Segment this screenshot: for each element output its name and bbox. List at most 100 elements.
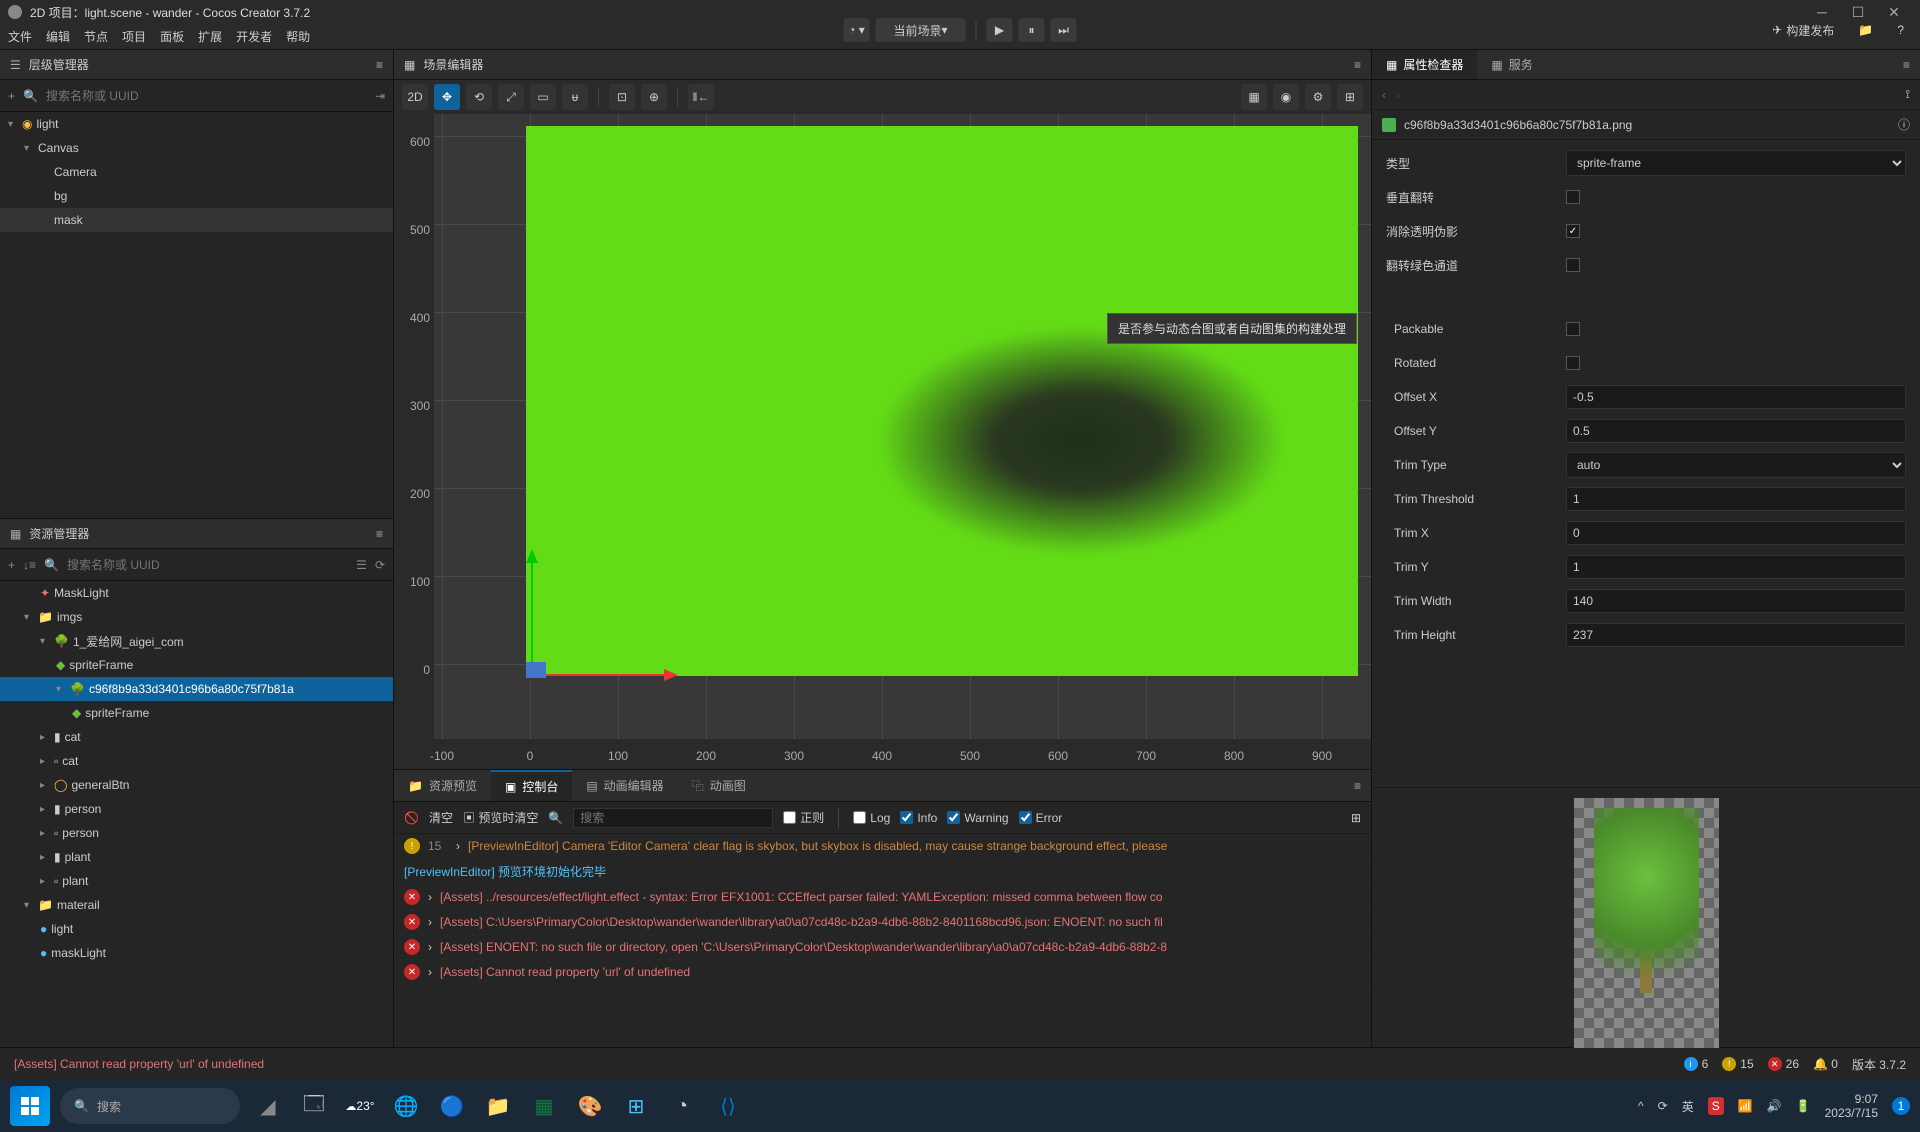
menu-node[interactable]: 节点 [84, 28, 108, 45]
flip-v-checkbox[interactable] [1566, 190, 1580, 204]
rotated-checkbox[interactable] [1566, 356, 1580, 370]
assets-search-input[interactable] [67, 558, 348, 572]
asset-item[interactable]: ▸▫cat [0, 749, 393, 773]
asset-item[interactable]: ✦MaskLight [0, 581, 393, 605]
taskbar-excel[interactable]: ▦ [526, 1088, 562, 1124]
taskbar-search[interactable]: 🔍 搜索 [60, 1088, 240, 1124]
tray-sync-icon[interactable]: ⟳ [1658, 1099, 1668, 1113]
info-checkbox[interactable]: Info [900, 811, 937, 825]
taskbar-cocos[interactable]: ◔ [664, 1088, 700, 1124]
asset-item[interactable]: ▸▮person [0, 797, 393, 821]
menu-extension[interactable]: 扩展 [198, 28, 222, 45]
add-icon[interactable]: + [8, 558, 15, 572]
tab-asset-preview[interactable]: 📁 资源预览 [394, 770, 491, 801]
tray-ime-icon[interactable]: S [1708, 1097, 1724, 1115]
add-icon[interactable]: + [8, 89, 15, 103]
asset-spriteframe[interactable]: ◆spriteFrame [0, 701, 393, 725]
menu-developer[interactable]: 开发者 [236, 28, 272, 45]
taskbar-app[interactable]: ◢ [250, 1088, 286, 1124]
asset-folder-aigei[interactable]: ▾🌳1_爱给网_aigei_com [0, 629, 393, 653]
taskbar-weather[interactable]: ☁ 23° [342, 1088, 378, 1124]
build-button[interactable]: ✈ 构建发布 [1764, 18, 1842, 42]
locate-icon[interactable]: ⟟ [1906, 87, 1910, 102]
collapse-icon[interactable]: ⇥ [375, 89, 385, 103]
menu-edit[interactable]: 编辑 [46, 28, 70, 45]
tray-battery-icon[interactable]: 🔋 [1796, 1099, 1811, 1113]
taskbar-app[interactable]: 🗔 [296, 1088, 332, 1124]
warning-checkbox[interactable]: Warning [947, 811, 1008, 825]
tray-volume-icon[interactable]: 🔊 [1767, 1099, 1782, 1113]
notification-icon[interactable]: 🔔 0 [1813, 1057, 1838, 1071]
rotate-tool[interactable]: ⟲ [466, 84, 492, 110]
dropdown-button[interactable]: ◔ ▾ [844, 18, 870, 42]
tray-notification-icon[interactable]: 1 [1892, 1097, 1910, 1115]
taskbar-app[interactable]: ⊞ [618, 1088, 654, 1124]
tree-node-mask[interactable]: mask [0, 208, 393, 232]
info-icon[interactable]: ⓘ [1898, 116, 1910, 133]
scene-mask-node[interactable] [876, 326, 1286, 556]
log-checkbox[interactable]: Log [853, 811, 890, 825]
trim-width-input[interactable] [1566, 589, 1906, 613]
asset-item[interactable]: ▸▫person [0, 821, 393, 845]
tree-node-camera[interactable]: Camera [0, 160, 393, 184]
tab-console[interactable]: ▣ 控制台 [491, 770, 572, 801]
trim-y-input[interactable] [1566, 555, 1906, 579]
expand-icon[interactable]: ⊞ [1351, 811, 1361, 825]
asset-item[interactable]: ▸◯generalBtn [0, 773, 393, 797]
packable-checkbox[interactable] [1566, 322, 1580, 336]
type-select[interactable]: sprite-frame [1566, 150, 1906, 176]
menu-project[interactable]: 项目 [122, 28, 146, 45]
start-button[interactable] [10, 1086, 50, 1126]
asset-folder-material[interactable]: ▾📁materail [0, 893, 393, 917]
tool-btn[interactable]: ⊕ [641, 84, 667, 110]
asset-item[interactable]: ▸▫plant [0, 869, 393, 893]
scene-viewport[interactable]: 2D ✥ ⟲ ⤢ ▭ ᵾ ⊡ ⊕ ‖← ▦ ◉ ⚙ ⊞ 600 500 400 [394, 80, 1371, 770]
tool-btn[interactable]: ⊞ [1337, 84, 1363, 110]
clear-icon[interactable]: 🚫 [404, 811, 419, 825]
rect-tool[interactable]: ▭ [530, 84, 556, 110]
tab-inspector[interactable]: ▦ 属性检查器 [1372, 50, 1477, 79]
tab-animation-editor[interactable]: ▤ 动画编辑器 [572, 770, 677, 801]
trim-threshold-input[interactable] [1566, 487, 1906, 511]
gear-icon[interactable]: ⚙ [1305, 84, 1331, 110]
folder-button[interactable]: 📁 [1850, 18, 1881, 42]
tray-ime[interactable]: 英 [1682, 1098, 1694, 1115]
console-body[interactable]: !15›[PreviewInEditor] Camera 'Editor Cam… [394, 834, 1371, 1047]
panel-menu-icon[interactable]: ≡ [1893, 58, 1920, 72]
align-tool[interactable]: ‖← [688, 84, 714, 110]
clear-button[interactable]: 清空 [429, 809, 453, 826]
tool-btn[interactable]: ⊡ [609, 84, 635, 110]
taskbar-explorer[interactable]: 📁 [480, 1088, 516, 1124]
help-button[interactable]: ? [1889, 18, 1912, 42]
hierarchy-search-input[interactable] [46, 89, 367, 103]
offset-x-input[interactable] [1566, 385, 1906, 409]
asset-item[interactable]: ●maskLight [0, 941, 393, 965]
taskbar-edge[interactable]: 🌐 [388, 1088, 424, 1124]
tab-services[interactable]: ▦ 服务 [1477, 50, 1546, 79]
tray-chevron[interactable]: ^ [1638, 1099, 1644, 1113]
taskbar-vscode[interactable]: ⟨⟩ [710, 1088, 746, 1124]
step-button[interactable]: ⏭ [1051, 18, 1077, 42]
asset-item[interactable]: ▸▮plant [0, 845, 393, 869]
menu-panel[interactable]: 面板 [160, 28, 184, 45]
panel-menu-icon[interactable]: ≡ [1354, 58, 1361, 72]
asset-selected[interactable]: ▾🌳c96f8b9a33d3401c96b6a80c75f7b81a [0, 677, 393, 701]
forward-button[interactable]: › [1396, 88, 1400, 102]
console-search-input[interactable] [573, 808, 773, 828]
anchor-tool[interactable]: ᵾ [562, 84, 588, 110]
asset-item[interactable]: ●light [0, 917, 393, 941]
tray-clock[interactable]: 9:07 2023/7/15 [1825, 1092, 1878, 1121]
taskbar-app[interactable]: 🎨 [572, 1088, 608, 1124]
sort-icon[interactable]: ↓≡ [23, 558, 36, 572]
fix-alpha-checkbox[interactable]: ✓ [1566, 224, 1580, 238]
tab-animation-graph[interactable]: ⿻ 动画图 [678, 770, 760, 801]
trim-height-input[interactable] [1566, 623, 1906, 647]
tray-wifi-icon[interactable]: 📶 [1738, 1099, 1753, 1113]
filter-icon[interactable]: ☰ [356, 558, 367, 572]
scene-canvas-node[interactable] [526, 126, 1358, 676]
tree-node-bg[interactable]: bg [0, 184, 393, 208]
offset-y-input[interactable] [1566, 419, 1906, 443]
scene-selector[interactable]: 当前场景 ▾ [876, 18, 966, 42]
panel-menu-icon[interactable]: ≡ [376, 58, 383, 72]
refresh-icon[interactable]: ⟳ [375, 558, 385, 572]
